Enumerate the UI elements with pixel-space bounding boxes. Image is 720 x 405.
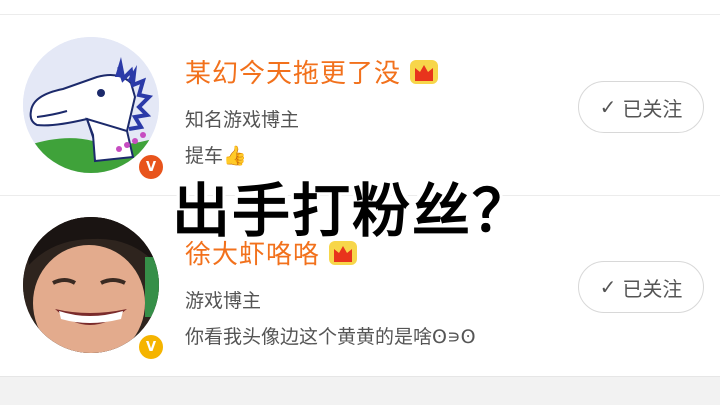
username[interactable]: 某幻今天拖更了没	[185, 53, 439, 90]
video-caption-overlay: 出手打粉丝？	[172, 177, 533, 245]
verified-badge: V	[137, 333, 165, 361]
avatar-illustration	[23, 37, 159, 173]
verification-text: 游戏博主	[185, 290, 262, 312]
check-icon: ✓	[599, 95, 617, 119]
avatar[interactable]	[23, 37, 159, 173]
followed-label: 已关注	[622, 276, 683, 301]
follow-list-screen: V 某幻今天拖更了没 知名游戏博主 提车👍 ✓ 已关注 V 徐大虾咯咯 游戏博主…	[0, 0, 720, 405]
check-icon: ✓	[599, 275, 617, 299]
avatar-photo	[23, 217, 159, 353]
avatar[interactable]	[23, 217, 159, 353]
user-description: 你看我头像边这个黄黄的是啥ʘ∍ʘ	[185, 326, 476, 348]
followed-label: 已关注	[622, 96, 683, 121]
verification-text: 知名游戏博主	[185, 109, 300, 131]
username-text: 某幻今天拖更了没	[185, 59, 402, 89]
followed-button[interactable]: ✓ 已关注	[578, 261, 704, 313]
crown-icon	[410, 59, 439, 84]
verified-badge: V	[137, 153, 165, 181]
list-footer	[0, 376, 720, 405]
followed-button[interactable]: ✓ 已关注	[578, 81, 704, 133]
